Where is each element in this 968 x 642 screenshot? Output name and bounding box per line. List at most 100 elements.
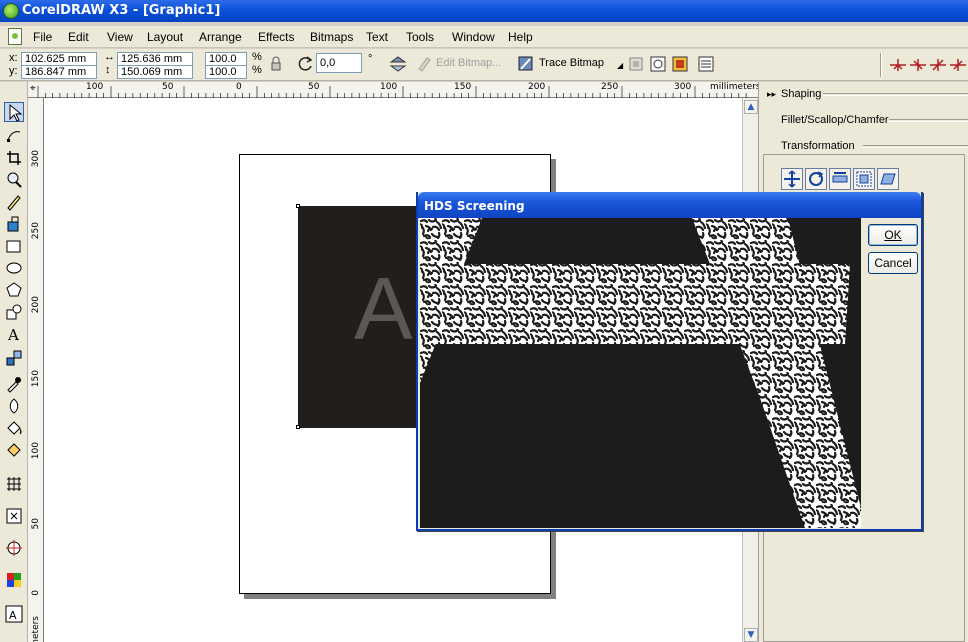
title-bar[interactable]: CorelDRAW X3 - [Graphic1] (0, 0, 968, 22)
divider (889, 119, 968, 122)
scale-y-field[interactable]: 100.0 (205, 65, 247, 79)
outline-tool-icon[interactable] (4, 396, 24, 416)
v-tick-label: 300 (31, 150, 41, 168)
text-properties-icon[interactable]: A (4, 604, 24, 624)
menu-tools[interactable]: Tools (406, 30, 434, 44)
bitmap-color-mask-icon[interactable] (670, 54, 690, 74)
basic-shapes-tool-icon[interactable] (4, 302, 24, 322)
menu-text[interactable]: Text (366, 30, 388, 44)
ok-button-label: OK (884, 228, 902, 242)
percent-y-label: % (252, 64, 262, 76)
bitmap-letter: A (354, 259, 413, 358)
window-title: CorelDRAW X3 - [Graphic1] (22, 3, 221, 18)
scroll-up-icon[interactable]: ▲ (744, 100, 758, 114)
hds-screening-dialog: HDS Screening OK Cancel (416, 192, 923, 531)
zoom-tool-icon[interactable] (4, 170, 24, 190)
document-icon[interactable] (8, 28, 22, 45)
coreldraw-app-icon[interactable] (3, 3, 19, 19)
menu-bitmaps[interactable]: Bitmaps (310, 30, 353, 44)
trace-dropdown-arrow-icon[interactable]: ◢ (617, 61, 623, 70)
menu-effects[interactable]: Effects (258, 30, 294, 44)
h-ruler-ticks (37, 86, 747, 98)
coreldraw-window: CorelDRAW X3 - [Graphic1] File Edit View… (0, 0, 968, 642)
v-tick-label: 50 (31, 518, 41, 530)
dimension-icon-2[interactable] (908, 55, 928, 75)
scale-x-field[interactable]: 100.0 (205, 52, 247, 66)
svg-text:A: A (9, 609, 17, 622)
fill-tool-icon[interactable] (4, 418, 24, 438)
divider (863, 145, 968, 148)
glyph-crossbar-notch (464, 218, 710, 264)
scroll-down-icon[interactable]: ▼ (744, 628, 758, 642)
menu-layout[interactable]: Layout (147, 30, 183, 44)
docker-fillet-header[interactable]: Fillet/Scallop/Chamfer (759, 108, 968, 132)
height-field[interactable]: 150.069 mm (117, 65, 193, 79)
shape-tool-icon[interactable] (4, 126, 24, 146)
eyedropper-tool-icon[interactable] (4, 374, 24, 394)
y-position-field[interactable]: 186.847 mm (21, 65, 97, 79)
menu-edit[interactable]: Edit (68, 30, 89, 44)
dialog-title: HDS Screening (424, 199, 525, 213)
skew-transform-icon[interactable] (877, 168, 899, 190)
ok-button[interactable]: OK (868, 224, 918, 246)
cancel-button[interactable]: Cancel (868, 252, 918, 274)
v-tick-label: 100 (31, 442, 41, 460)
trace-bitmap-icon[interactable] (516, 54, 536, 74)
scale-mirror-transform-icon[interactable] (829, 168, 851, 190)
vertical-ruler[interactable]: 300 250 200 150 100 50 0 neters (28, 98, 44, 642)
dimension-icon-1[interactable] (888, 55, 908, 75)
crop-bitmap-icon[interactable] (626, 54, 646, 74)
rotation-field[interactable]: 0,0 (316, 53, 362, 73)
edit-bitmap-icon (414, 54, 434, 74)
docker-fillet-label: Fillet/Scallop/Chamfer (781, 114, 889, 126)
position-transform-icon[interactable] (781, 168, 803, 190)
rotate-icon (296, 54, 316, 74)
x-label: x: (9, 52, 18, 64)
freehand-tool-icon[interactable] (4, 192, 24, 212)
expand-icon[interactable]: ▸▸ (767, 82, 776, 106)
mirror-icon[interactable] (388, 54, 408, 74)
size-transform-icon[interactable] (853, 168, 875, 190)
selection-handle[interactable] (296, 204, 300, 208)
y-label: y: (9, 65, 18, 77)
horizontal-ruler[interactable]: ⌖ 100 50 0 50 100 150 200 250 300 millim… (28, 82, 761, 98)
dialog-title-bar[interactable]: HDS Screening (418, 192, 921, 218)
v-tick-label: 200 (31, 296, 41, 314)
color-palette-icon[interactable] (4, 570, 24, 590)
polygon-tool-icon[interactable] (4, 280, 24, 300)
dimension-icon-3[interactable] (928, 55, 948, 75)
trace-bitmap-button[interactable]: Trace Bitmap (539, 57, 604, 69)
interactive-fill-tool-icon[interactable] (4, 440, 24, 460)
x-position-field[interactable]: 102.625 mm (21, 52, 97, 66)
menu-arrange[interactable]: Arrange (199, 30, 242, 44)
width-field[interactable]: 125.636 mm (117, 52, 193, 66)
lock-ratio-icon[interactable] (266, 54, 286, 74)
rectangle-tool-icon[interactable] (4, 236, 24, 256)
crop-tool-icon[interactable] (4, 148, 24, 168)
toolbox: A A (0, 82, 28, 642)
grid-view-icon[interactable] (4, 474, 24, 494)
snap-icon[interactable] (4, 538, 24, 558)
menu-help[interactable]: Help (508, 30, 533, 44)
width-arrow-icon: ↔ (104, 51, 115, 63)
menu-file[interactable]: File (33, 30, 52, 44)
resample-icon[interactable] (648, 54, 668, 74)
v-tick-label: 150 (31, 370, 41, 388)
menu-view[interactable]: View (107, 30, 133, 44)
ellipse-tool-icon[interactable] (4, 258, 24, 278)
svg-text:A: A (7, 326, 19, 344)
rotate-transform-icon[interactable] (805, 168, 827, 190)
smart-fill-tool-icon[interactable] (4, 214, 24, 234)
edit-bitmap-button[interactable]: Edit Bitmap... (436, 57, 501, 69)
degree-label: ° (368, 53, 373, 65)
dimension-icon-4[interactable] (948, 55, 968, 75)
text-tool-icon[interactable]: A (4, 324, 24, 344)
wrap-text-icon[interactable] (696, 54, 716, 74)
cancel-button-label: Cancel (874, 256, 912, 270)
menu-window[interactable]: Window (452, 30, 495, 44)
pick-tool-icon[interactable] (4, 102, 24, 122)
interactive-blend-tool-icon[interactable] (4, 348, 24, 368)
selection-handle[interactable] (296, 425, 300, 429)
zoom-fit-icon[interactable] (4, 506, 24, 526)
docker-shaping-header[interactable]: ▸▸ Shaping (759, 82, 968, 106)
